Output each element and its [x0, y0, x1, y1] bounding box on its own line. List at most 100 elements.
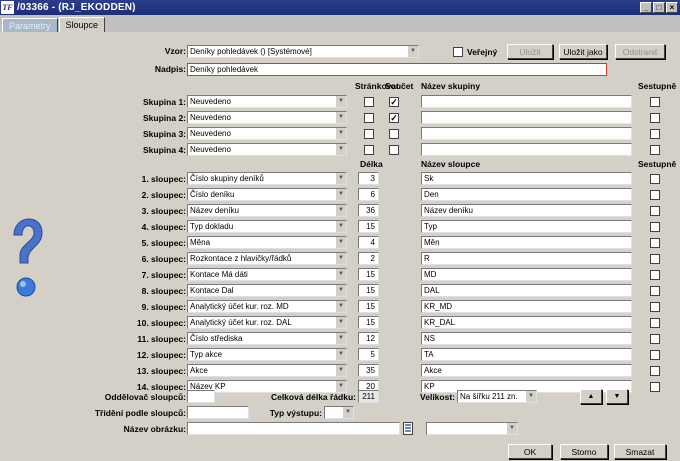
column-length-input[interactable]: 15 [358, 268, 379, 281]
column-sestupne-checkbox[interactable] [650, 270, 660, 280]
column-select[interactable]: Akce ▼ [187, 364, 347, 377]
velikost-select[interactable]: Na šířku 211 zn. ▼ [457, 390, 537, 403]
column-length-input[interactable]: 15 [358, 220, 379, 233]
column-sestupne-checkbox[interactable] [650, 206, 660, 216]
column-length-input[interactable]: 36 [358, 204, 379, 217]
minimize-button[interactable]: _ [640, 2, 652, 13]
move-up-button[interactable]: ▲ [580, 389, 602, 404]
column-sestupne-checkbox[interactable] [650, 190, 660, 200]
vzor-select[interactable]: Deníky pohledávek () [Systémové] ▼ [187, 45, 419, 58]
verejny-checkbox[interactable] [453, 47, 463, 57]
group-name-input[interactable] [421, 111, 632, 124]
tab-sloupce[interactable]: Sloupce [58, 17, 106, 32]
ulozit-jako-button[interactable]: Uložit jako [559, 44, 607, 59]
column-label: 14. sloupec: [136, 382, 186, 392]
column-select[interactable]: Typ akce ▼ [187, 348, 347, 361]
soucet-checkbox[interactable]: ✓ [389, 113, 399, 123]
group-name-input[interactable] [421, 127, 632, 140]
column-select[interactable]: Typ dokladu ▼ [187, 220, 347, 233]
column-select[interactable]: Název deníku ▼ [187, 204, 347, 217]
nadpis-input[interactable]: Deníky pohledávek [187, 63, 607, 76]
column-length-input[interactable]: 12 [358, 332, 379, 345]
soucet-checkbox[interactable]: ✓ [389, 97, 399, 107]
column-length-input[interactable]: 6 [358, 188, 379, 201]
nazev-obrazku-label: Název obrázku: [123, 424, 186, 434]
column-name-input[interactable]: Den [421, 188, 632, 201]
column-sestupne-checkbox[interactable] [650, 238, 660, 248]
column-sestupne-checkbox[interactable] [650, 222, 660, 232]
column-name-input[interactable]: Akce [421, 364, 632, 377]
column-name-input[interactable]: TA [421, 348, 632, 361]
column-length-input[interactable]: 15 [358, 300, 379, 313]
nazev-obrazku-input[interactable] [187, 422, 400, 435]
column-sestupne-checkbox[interactable] [650, 302, 660, 312]
obrazek-select[interactable]: ▼ [426, 422, 518, 435]
column-select[interactable]: Měna ▼ [187, 236, 347, 249]
column-name-input[interactable]: NS [421, 332, 632, 345]
column-length-input[interactable]: 5 [358, 348, 379, 361]
odstranit-button[interactable]: Odstranit [615, 44, 665, 59]
column-sestupne-checkbox[interactable] [650, 318, 660, 328]
column-name-input[interactable]: MD [421, 268, 632, 281]
ok-button[interactable]: OK [508, 444, 552, 459]
typ-vystupu-select[interactable]: ▼ [324, 406, 354, 419]
maximize-button[interactable]: □ [653, 2, 665, 13]
group-select[interactable]: Neuvedeno ▼ [187, 143, 347, 156]
trideni-input[interactable] [187, 406, 249, 419]
soucet-checkbox[interactable] [389, 129, 399, 139]
column-name-input[interactable]: Sk [421, 172, 632, 185]
column-name-input[interactable]: KR_MD [421, 300, 632, 313]
sestupne-checkbox[interactable] [650, 97, 660, 107]
soucet-checkbox[interactable] [389, 145, 399, 155]
group-select[interactable]: Neuvedeno ▼ [187, 127, 347, 140]
tab-parametry[interactable]: Parametry [2, 18, 58, 32]
app-logo-icon: TF [1, 1, 14, 14]
column-select[interactable]: Kontace Dal ▼ [187, 284, 347, 297]
column-sestupne-checkbox[interactable] [650, 254, 660, 264]
strankovat-checkbox[interactable] [364, 97, 374, 107]
soucet-header: Součet [385, 81, 414, 91]
sestupne-checkbox[interactable] [650, 113, 660, 123]
column-name-input[interactable]: Název deníku [421, 204, 632, 217]
column-length-input[interactable]: 3 [358, 172, 379, 185]
storno-button[interactable]: Storno [560, 444, 608, 459]
column-select[interactable]: Číslo skupiny deníků ▼ [187, 172, 347, 185]
column-name-input[interactable]: Typ [421, 220, 632, 233]
column-length-input[interactable]: 4 [358, 236, 379, 249]
column-select[interactable]: Analytický účet kur. roz. DAL ▼ [187, 316, 347, 329]
column-select[interactable]: Rozkontace z hlavičky/řádků ▼ [187, 252, 347, 265]
column-length-input[interactable]: 35 [358, 364, 379, 377]
column-select[interactable]: Analytický účet kur. roz. MD ▼ [187, 300, 347, 313]
group-name-input[interactable] [421, 143, 632, 156]
column-select[interactable]: Číslo střediska ▼ [187, 332, 347, 345]
column-sestupne-checkbox[interactable] [650, 350, 660, 360]
smazat-button[interactable]: Smazat [614, 444, 666, 459]
column-select[interactable]: Kontace Má dáti ▼ [187, 268, 347, 281]
browse-list-icon[interactable] [403, 422, 413, 435]
column-name-input[interactable]: R [421, 252, 632, 265]
group-name-input[interactable] [421, 95, 632, 108]
strankovat-checkbox[interactable] [364, 129, 374, 139]
strankovat-checkbox[interactable] [364, 145, 374, 155]
sestupne-checkbox[interactable] [650, 145, 660, 155]
column-sestupne-checkbox[interactable] [650, 334, 660, 344]
ulozit-button[interactable]: Uložit [507, 44, 553, 59]
column-name-input[interactable]: Měn [421, 236, 632, 249]
move-down-button[interactable]: ▼ [606, 389, 628, 404]
column-select[interactable]: Číslo deníku ▼ [187, 188, 347, 201]
oddelovac-input[interactable] [187, 390, 215, 403]
column-length-input[interactable]: 15 [358, 316, 379, 329]
column-sestupne-checkbox[interactable] [650, 382, 660, 392]
group-select[interactable]: Neuvedeno ▼ [187, 95, 347, 108]
strankovat-checkbox[interactable] [364, 113, 374, 123]
close-button[interactable]: × [666, 2, 678, 13]
column-sestupne-checkbox[interactable] [650, 174, 660, 184]
column-sestupne-checkbox[interactable] [650, 366, 660, 376]
column-length-input[interactable]: 15 [358, 284, 379, 297]
column-length-input[interactable]: 2 [358, 252, 379, 265]
column-name-input[interactable]: DAL [421, 284, 632, 297]
group-select[interactable]: Neuvedeno ▼ [187, 111, 347, 124]
column-sestupne-checkbox[interactable] [650, 286, 660, 296]
sestupne-checkbox[interactable] [650, 129, 660, 139]
column-name-input[interactable]: KR_DAL [421, 316, 632, 329]
